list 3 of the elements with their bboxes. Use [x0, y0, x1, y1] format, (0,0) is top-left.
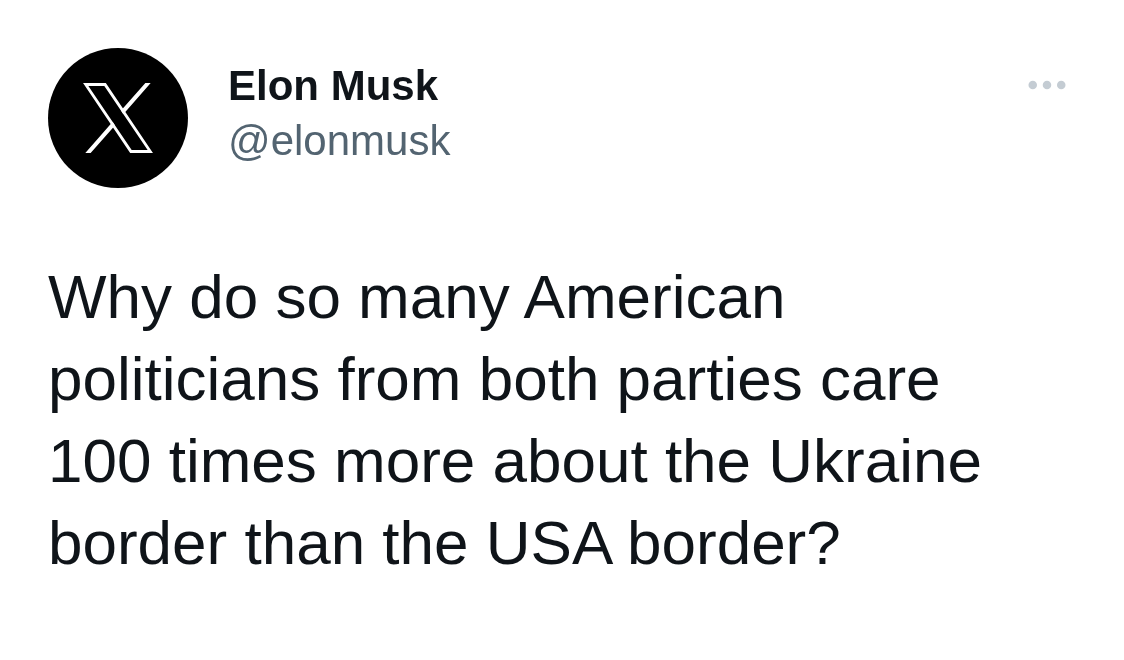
author-handle[interactable]: @elonmusk [228, 113, 451, 168]
author-name[interactable]: Elon Musk [228, 58, 451, 113]
tweet-text: Why do so many American politicians from both parties care 100 times more about the Ukraine border than the USA border? [48, 261, 983, 579]
